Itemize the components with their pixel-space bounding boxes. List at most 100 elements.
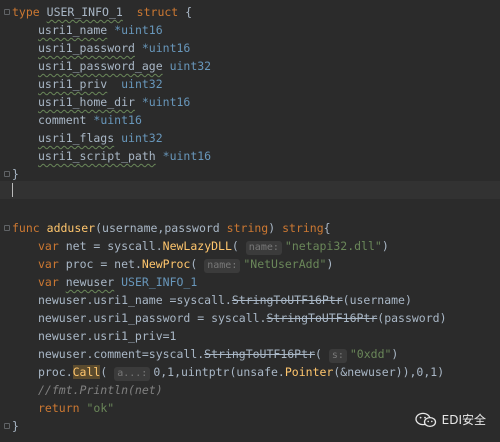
- brace: }: [12, 419, 19, 433]
- function-call: Call: [72, 365, 101, 379]
- text-caret: [12, 183, 13, 197]
- type-name: USER_INFO_1: [121, 275, 198, 289]
- field-name: usri1_priv: [38, 77, 108, 91]
- keyword: type: [12, 5, 40, 19]
- struct-field[interactable]: usri1_name *uint16: [38, 21, 163, 39]
- fold-marker-icon[interactable]: [4, 171, 10, 177]
- fold-marker-icon[interactable]: [4, 9, 10, 15]
- variable-name: newuser: [65, 275, 115, 289]
- paren: (: [190, 257, 198, 271]
- code-text: net = syscall.: [65, 239, 163, 253]
- keyword: var: [38, 257, 59, 271]
- code-text: 0,1,uintptr(unsafe.: [153, 365, 285, 379]
- brand-watermark: EDI安全: [414, 411, 486, 428]
- field-name: comment: [38, 113, 87, 127]
- field-type: uint32: [121, 131, 163, 145]
- code-line[interactable]: newuser.usri1_name =syscall.StringToUTF1…: [38, 291, 412, 309]
- function-call: Pointer: [284, 365, 334, 379]
- field-name: usri1_script_path: [38, 149, 156, 163]
- keyword: var: [38, 239, 59, 253]
- parameter-hint: name:: [204, 259, 241, 273]
- param-type: string: [226, 221, 269, 235]
- field-name: usri1_password_age: [38, 59, 163, 73]
- code-editor[interactable]: type USER_INFO_1 struct { usri1_name *ui…: [0, 0, 500, 442]
- field-name: usri1_flags: [38, 131, 115, 145]
- parameter-hint: name:: [245, 241, 282, 255]
- field-type: uint32: [121, 77, 163, 91]
- parameter-hint: a...:: [114, 367, 151, 381]
- deprecated-function: StringToUTF16Ptr: [231, 293, 343, 307]
- paren: (: [100, 365, 108, 379]
- paren: (: [231, 239, 239, 253]
- current-line-highlight: [0, 181, 500, 199]
- keyword: var: [38, 275, 59, 289]
- field-type: *uint16: [141, 95, 191, 109]
- code-line[interactable]: var proc = net.NewProc( name: "NetUserAdd…: [38, 255, 333, 273]
- field-type: uint32: [169, 59, 212, 73]
- code-line[interactable]: var net = syscall.NewLazyDLL( name: "neta…: [38, 237, 389, 255]
- function-call: NewProc: [141, 257, 191, 271]
- code-line[interactable]: newuser.comment=syscall.StringToUTF16Ptr…: [38, 345, 398, 363]
- struct-field[interactable]: usri1_home_dir *uint16: [38, 93, 190, 111]
- code-line[interactable]: //fmt.Println(net): [38, 381, 163, 399]
- code-text: (&newuser)),0,1): [333, 365, 445, 379]
- field-name: usri1_name: [38, 23, 108, 37]
- struct-field[interactable]: usri1_password *uint16: [38, 39, 190, 57]
- string-literal: "ok": [86, 401, 115, 415]
- wechat-icon: [414, 412, 437, 428]
- return-type: string: [282, 221, 324, 235]
- keyword: func: [12, 221, 40, 235]
- code-text: (username): [342, 293, 412, 307]
- paren: ): [268, 221, 276, 235]
- brace: }: [12, 167, 19, 181]
- code-text: newuser.comment=syscall.: [38, 347, 205, 361]
- fold-marker-icon[interactable]: [4, 225, 10, 231]
- code-line[interactable]: newuser.usri1_password = syscall.StringT…: [38, 309, 447, 327]
- field-type: *uint16: [114, 23, 163, 37]
- struct-field[interactable]: usri1_script_path *uint16: [38, 147, 211, 165]
- code-text: proc.: [38, 365, 73, 379]
- keyword: struct: [136, 5, 179, 19]
- brand-label: EDI安全: [441, 413, 486, 427]
- code-text: newuser.usri1_password = syscall.: [38, 311, 267, 325]
- fold-marker-icon[interactable]: [4, 423, 10, 429]
- struct-field[interactable]: usri1_flags uint32: [38, 129, 163, 147]
- code-line[interactable]: proc.Call( a...: 0,1,uintptr(unsafe.Point…: [38, 363, 444, 381]
- code-text: (password): [377, 311, 447, 325]
- field-name: usri1_password: [38, 41, 135, 55]
- field-type: *uint16: [162, 149, 212, 163]
- code-line-struct-close[interactable]: }: [12, 165, 19, 183]
- code-line[interactable]: var newuser USER_INFO_1: [38, 273, 197, 291]
- function-name: adduser: [46, 221, 96, 235]
- params: (username,password: [95, 221, 220, 235]
- code-line[interactable]: return "ok": [38, 399, 114, 417]
- type-name: USER_INFO_1: [46, 5, 123, 19]
- paren: (: [314, 347, 322, 361]
- struct-field[interactable]: usri1_priv uint32: [38, 75, 163, 93]
- code-line-func-signature[interactable]: func adduser(username,password string) s…: [12, 219, 331, 237]
- code-text: proc = net.: [65, 257, 142, 271]
- comment: //fmt.Println(net): [38, 383, 163, 397]
- struct-field[interactable]: usri1_password_age uint32: [38, 57, 211, 75]
- code-text: newuser.usri1_priv=1: [38, 329, 177, 343]
- deprecated-function: StringToUTF16Ptr: [266, 311, 378, 325]
- string-literal: "0xdd": [349, 347, 392, 361]
- brace: {: [185, 5, 193, 19]
- code-line-struct-decl[interactable]: type USER_INFO_1 struct {: [12, 3, 192, 21]
- code-line-func-close[interactable]: }: [12, 417, 19, 435]
- paren: ): [326, 257, 334, 271]
- deprecated-function: StringToUTF16Ptr: [204, 347, 315, 361]
- function-call: NewLazyDLL: [162, 239, 232, 253]
- code-text: newuser.usri1_name =syscall.: [38, 293, 232, 307]
- keyword: return: [38, 401, 80, 415]
- struct-field[interactable]: comment *uint16: [38, 111, 142, 129]
- field-name: usri1_home_dir: [38, 95, 135, 109]
- code-line[interactable]: newuser.usri1_priv=1: [38, 327, 176, 345]
- brace: {: [323, 221, 331, 235]
- string-literal: "netapi32.dll": [284, 239, 382, 253]
- parameter-hint: s:: [328, 349, 347, 363]
- paren: ): [391, 347, 399, 361]
- field-type: *uint16: [141, 41, 191, 55]
- string-literal: "NetUserAdd": [243, 257, 327, 271]
- paren: ): [381, 239, 389, 253]
